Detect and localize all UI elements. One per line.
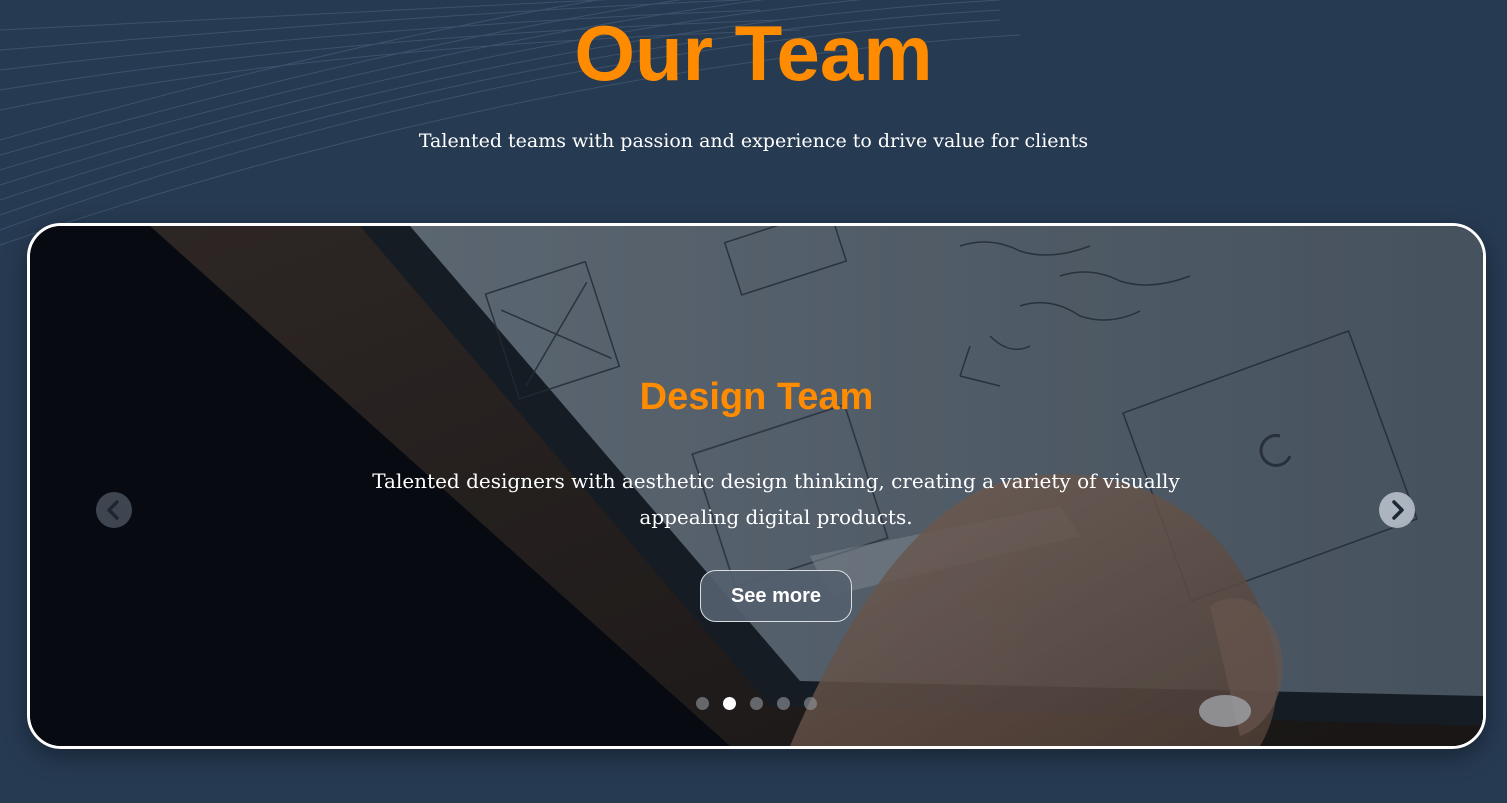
page-subtitle: Talented teams with passion and experien… xyxy=(418,130,1089,152)
slide-title: Design Team xyxy=(639,376,874,418)
carousel-dot[interactable] xyxy=(777,697,790,710)
carousel-prev-button[interactable] xyxy=(96,492,132,528)
carousel-next-button[interactable] xyxy=(1379,492,1415,528)
see-more-button[interactable]: See more xyxy=(700,570,852,622)
carousel-indicators xyxy=(30,697,1483,710)
chevron-left-icon xyxy=(107,500,119,520)
chevron-right-icon xyxy=(1392,500,1404,520)
page-title: Our Team xyxy=(574,9,933,97)
carousel-dot[interactable] xyxy=(723,697,736,710)
team-carousel: Design Team Talented designers with aest… xyxy=(27,223,1486,749)
carousel-dot[interactable] xyxy=(696,697,709,710)
carousel-dot[interactable] xyxy=(750,697,763,710)
slide-description: Talented designers with aesthetic design… xyxy=(372,469,1180,529)
carousel-dot[interactable] xyxy=(804,697,817,710)
